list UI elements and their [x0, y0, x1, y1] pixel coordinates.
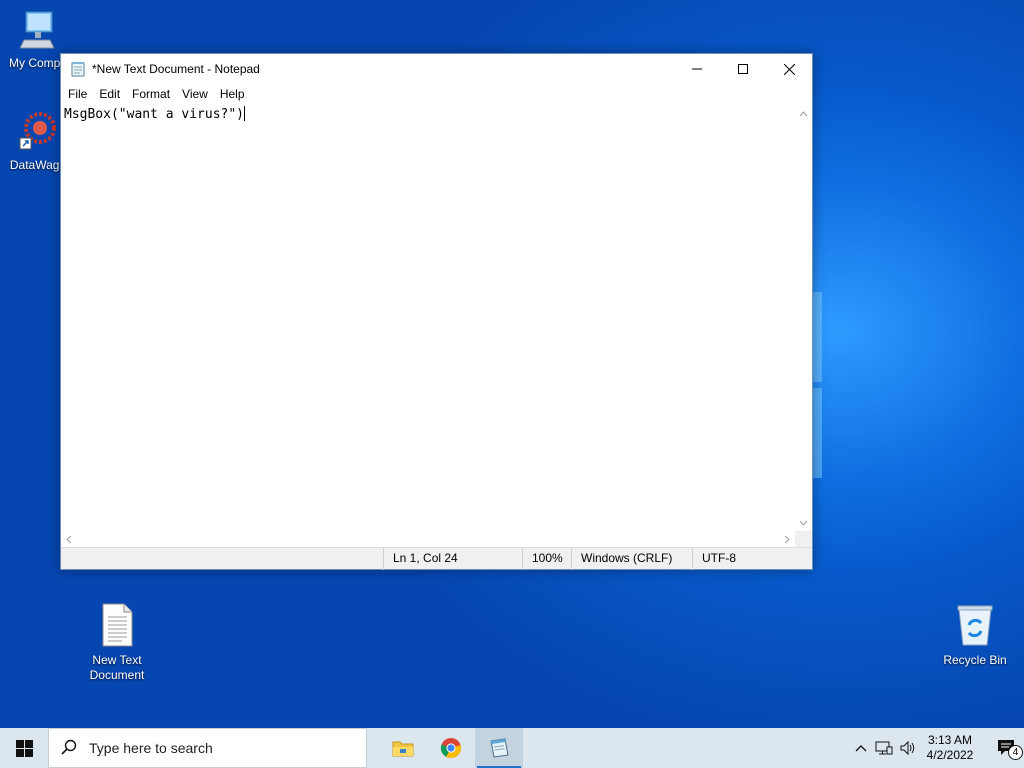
desktop-icon-label: New Text Document: [89, 653, 145, 682]
desktop-icon-new-text-document[interactable]: New Text Document: [77, 603, 157, 683]
taskbar-search[interactable]: Type here to search: [48, 728, 367, 768]
recycle-bin-icon: [935, 603, 1015, 651]
search-placeholder: Type here to search: [89, 740, 213, 756]
desktop-icon-label: DataWago: [9, 158, 67, 172]
taskbar-chrome[interactable]: [427, 728, 475, 768]
start-button[interactable]: [0, 728, 48, 768]
minimize-button[interactable]: [674, 54, 720, 84]
clock-date: 4/2/2022: [926, 748, 974, 762]
search-icon: [61, 739, 77, 758]
clock-time: 3:13 AM: [927, 733, 973, 747]
windows-logo-icon: [15, 739, 33, 757]
status-line-ending: Windows (CRLF): [571, 548, 693, 570]
chevron-up-icon: [855, 745, 867, 752]
menu-view[interactable]: View: [176, 84, 214, 104]
status-encoding: UTF-8: [692, 548, 813, 570]
volume-button[interactable]: [896, 740, 920, 756]
status-position: Ln 1, Col 24: [383, 548, 523, 570]
scroll-arrows-icon: [66, 535, 790, 544]
taskbar-clock[interactable]: 3:13 AM 4/2/2022: [920, 733, 980, 763]
minimize-icon: [692, 68, 702, 70]
wallpaper-beam: [812, 292, 822, 382]
editor-text: MsgBox("want a virus?"): [64, 107, 245, 122]
maximize-button[interactable]: [720, 54, 766, 84]
volume-icon: [900, 740, 915, 756]
vertical-scrollbar[interactable]: [795, 104, 812, 531]
menu-file[interactable]: File: [62, 84, 93, 104]
menu-bar: File Edit Format View Help: [61, 84, 812, 104]
wallpaper-beam: [812, 388, 822, 478]
network-icon: [875, 741, 893, 755]
network-button[interactable]: [872, 740, 896, 756]
desktop-icon-recycle-bin[interactable]: Recycle Bin: [935, 603, 1015, 668]
system-tray: 3:13 AM 4/2/2022 4: [850, 728, 1024, 768]
action-center-button[interactable]: 4: [990, 739, 1024, 760]
window-title: *New Text Document - Notepad: [92, 62, 260, 76]
notepad-icon: [490, 738, 509, 758]
taskbar: Type here to search 3:13 AM 4/2/2022 4: [0, 728, 1024, 768]
menu-help[interactable]: Help: [214, 84, 251, 104]
chrome-icon: [440, 738, 461, 759]
desktop-icon-label: My Compu: [8, 56, 67, 70]
menu-edit[interactable]: Edit: [93, 84, 126, 104]
text-document-icon: [77, 603, 157, 651]
desktop-icon-label: Recycle Bin: [943, 653, 1007, 667]
taskbar-notepad[interactable]: [475, 728, 523, 768]
file-explorer-icon: [392, 741, 414, 757]
taskbar-file-explorer[interactable]: [379, 728, 427, 768]
title-bar[interactable]: *New Text Document - Notepad: [61, 54, 812, 84]
computer-icon: [0, 10, 78, 54]
text-caret: [244, 106, 246, 121]
status-zoom: 100%: [522, 548, 572, 570]
horizontal-scrollbar[interactable]: [61, 531, 795, 548]
notification-badge: 4: [1008, 745, 1023, 760]
status-bar: Ln 1, Col 24 100% Windows (CRLF) UTF-8: [61, 547, 813, 570]
menu-format[interactable]: Format: [126, 84, 176, 104]
scrollbar-corner: [795, 531, 812, 548]
close-button[interactable]: [766, 54, 812, 84]
close-icon: [783, 63, 795, 75]
notepad-icon: [70, 61, 86, 77]
notepad-window: *New Text Document - Notepad File Edit F…: [60, 53, 813, 570]
text-editor[interactable]: MsgBox("want a virus?"): [61, 104, 795, 531]
show-hidden-icons-button[interactable]: [850, 744, 872, 752]
maximize-icon: [738, 64, 748, 74]
scroll-arrows-icon: [799, 111, 808, 526]
